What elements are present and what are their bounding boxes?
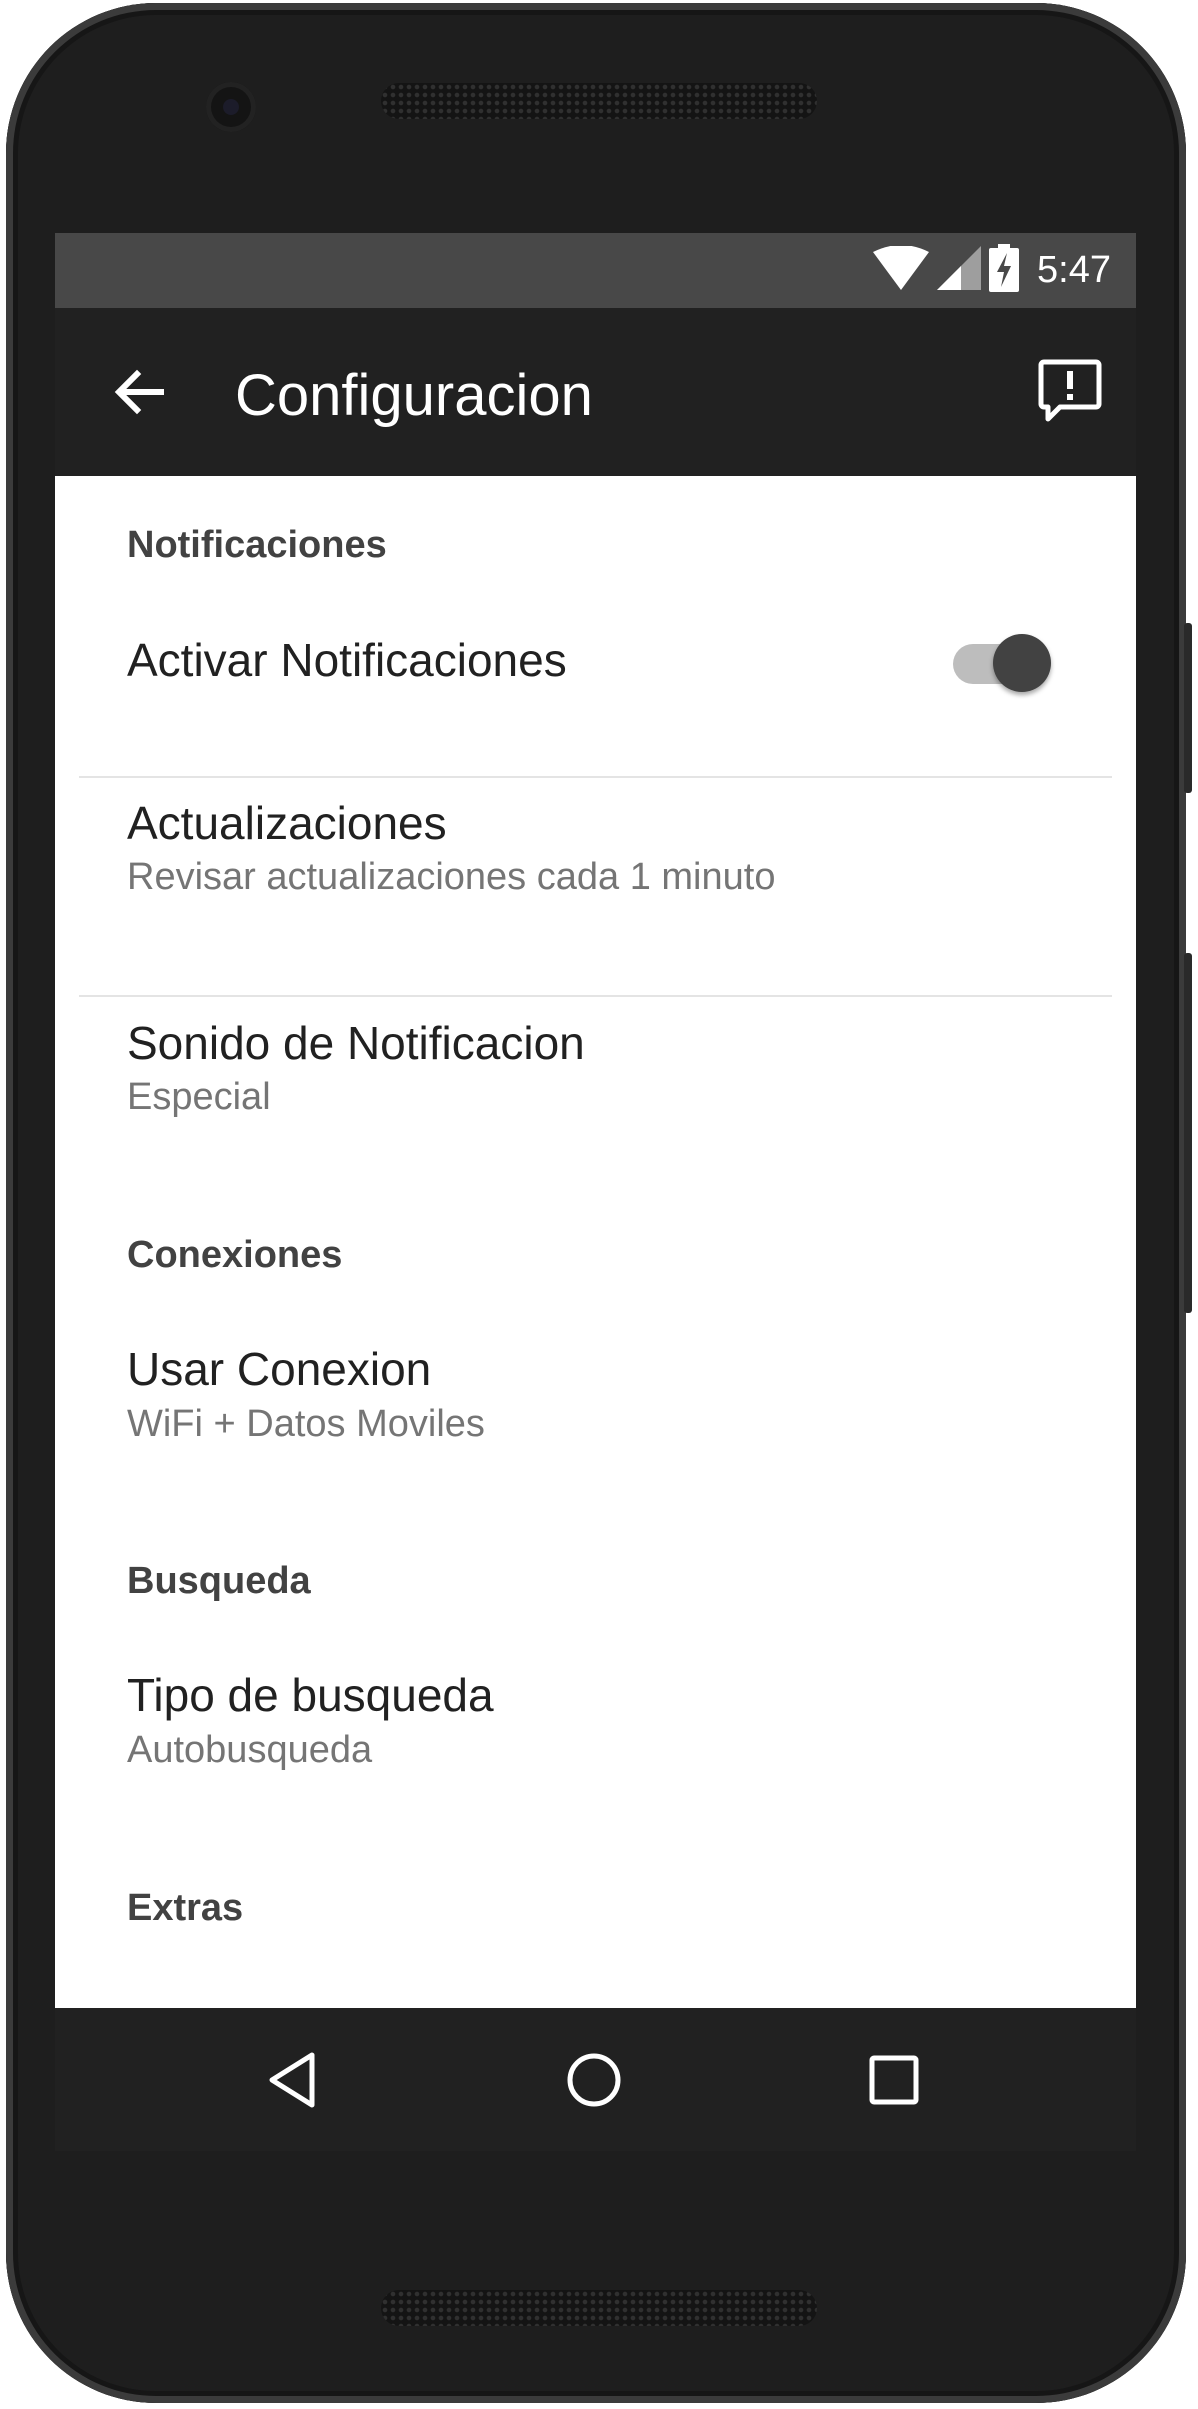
power-button [1184, 623, 1192, 793]
pref-title: Tipo de busqueda [127, 1669, 494, 1721]
section-header-busqueda: Busqueda [127, 1560, 311, 1602]
arrow-back-icon[interactable] [107, 360, 171, 424]
battery-charging-icon [989, 244, 1020, 297]
pref-title: Sonido de Notificacion [127, 1017, 585, 1069]
status-icons: 5:47 [873, 233, 1111, 308]
pref-summary: Revisar actualizaciones cada 1 minuto [127, 856, 776, 898]
recents-square-icon[interactable] [862, 2048, 926, 2112]
top-speaker [381, 83, 817, 119]
pref-summary: Autobusqueda [127, 1729, 373, 1771]
cell-signal-icon [937, 246, 982, 295]
status-bar: 5:47 [55, 233, 1136, 308]
section-header-conexiones: Conexiones [127, 1234, 343, 1276]
wifi-icon [873, 245, 930, 295]
feedback-icon[interactable] [1038, 358, 1102, 426]
screen: 5:47 Configuracion Notificaciones Activa… [55, 233, 1136, 2008]
section-header-extras: Extras [127, 1887, 244, 1929]
pref-title: Usar Conexion [127, 1343, 432, 1395]
divider [79, 776, 1112, 778]
notifications-switch[interactable] [953, 622, 1063, 692]
navigation-bar [55, 2008, 1136, 2151]
app-bar: Configuracion [55, 308, 1136, 476]
switch-thumb [993, 634, 1051, 692]
back-triangle-icon[interactable] [262, 2048, 326, 2112]
pref-summary: WiFi + Datos Moviles [127, 1403, 485, 1445]
front-camera [206, 82, 256, 132]
home-circle-icon[interactable] [562, 2048, 626, 2112]
pref-title: Activar Notificaciones [127, 634, 567, 686]
bottom-speaker [381, 2290, 817, 2326]
pref-summary: Especial [127, 1076, 271, 1118]
status-time: 5:47 [1037, 249, 1111, 291]
section-header-notificaciones: Notificaciones [127, 524, 387, 566]
pref-title: Actualizaciones [127, 797, 447, 849]
divider [79, 995, 1112, 997]
volume-button [1184, 953, 1192, 1313]
page-title: Configuracion [235, 363, 593, 428]
